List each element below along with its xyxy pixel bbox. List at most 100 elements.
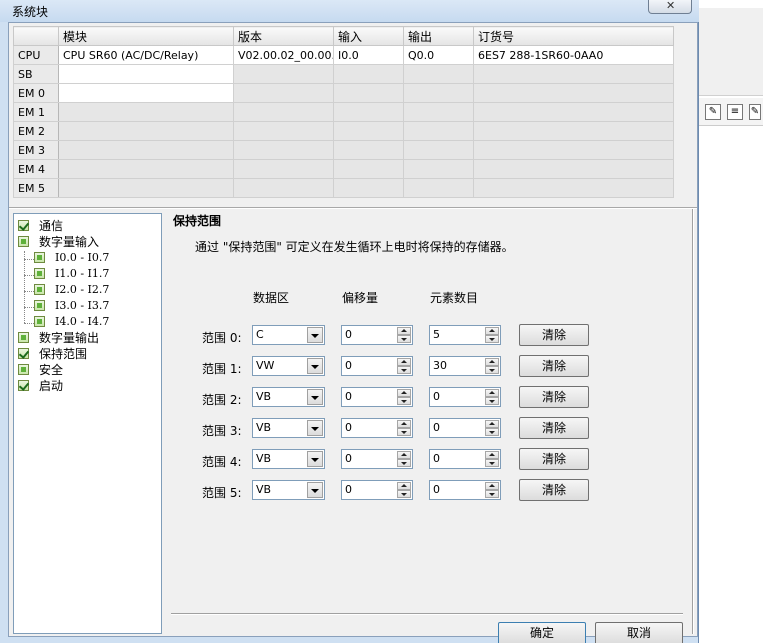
- spin-down-icon[interactable]: [397, 490, 411, 498]
- checkbox-icon[interactable]: [18, 348, 29, 359]
- count-stepper[interactable]: 5: [429, 325, 501, 345]
- spin-up-icon[interactable]: [397, 482, 411, 490]
- spin-down-icon[interactable]: [485, 366, 499, 374]
- spin-down-icon[interactable]: [397, 397, 411, 405]
- input-cell: [333, 121, 404, 141]
- cancel-button[interactable]: 取消: [595, 622, 683, 643]
- table-row[interactable]: EM 0: [13, 83, 674, 103]
- checkbox-icon[interactable]: [34, 300, 45, 311]
- checkbox-icon[interactable]: [18, 236, 29, 247]
- spin-up-icon[interactable]: [397, 451, 411, 459]
- offset-stepper[interactable]: 0: [341, 325, 413, 345]
- spin-up-icon[interactable]: [485, 482, 499, 490]
- output-cell: [403, 178, 474, 198]
- spin-up-icon[interactable]: [397, 420, 411, 428]
- offset-stepper[interactable]: 0: [341, 387, 413, 407]
- checkbox-icon[interactable]: [34, 268, 45, 279]
- table-row[interactable]: EM 3: [13, 140, 674, 160]
- area-select[interactable]: VW: [252, 356, 325, 376]
- column-header-version[interactable]: 版本: [233, 26, 334, 46]
- clear-button[interactable]: 清除: [519, 448, 589, 470]
- clear-button[interactable]: 清除: [519, 417, 589, 439]
- chevron-down-icon[interactable]: [307, 358, 323, 374]
- checkbox-icon[interactable]: [18, 364, 29, 375]
- chevron-down-icon[interactable]: [307, 389, 323, 405]
- slot-cell: EM 4: [13, 159, 59, 179]
- spin-down-icon[interactable]: [397, 428, 411, 436]
- clear-button[interactable]: 清除: [519, 355, 589, 377]
- edit-doc-icon[interactable]: ✎: [749, 104, 761, 120]
- close-button[interactable]: ✕: [648, 0, 692, 14]
- offset-stepper[interactable]: 0: [341, 356, 413, 376]
- module-cell[interactable]: [58, 140, 234, 160]
- area-select[interactable]: VB: [252, 418, 325, 438]
- spin-down-icon[interactable]: [485, 459, 499, 467]
- checkbox-icon[interactable]: [34, 284, 45, 295]
- chevron-down-icon[interactable]: [307, 327, 323, 343]
- ok-button[interactable]: 确定: [498, 622, 586, 643]
- area-select[interactable]: VB: [252, 480, 325, 500]
- column-header-order[interactable]: 订货号: [473, 26, 674, 46]
- edit-list-icon[interactable]: ≡: [727, 104, 743, 120]
- clear-button[interactable]: 清除: [519, 386, 589, 408]
- module-cell[interactable]: [58, 83, 234, 103]
- count-stepper[interactable]: 30: [429, 356, 501, 376]
- column-header-output[interactable]: 输出: [403, 26, 474, 46]
- count-stepper[interactable]: 0: [429, 418, 501, 438]
- count-stepper[interactable]: 0: [429, 480, 501, 500]
- module-table: 模块 版本 输入 输出 订货号 CPU CPU SR60 (AC/DC/Rela…: [13, 26, 674, 198]
- table-row[interactable]: EM 2: [13, 121, 674, 141]
- chevron-down-icon[interactable]: [307, 482, 323, 498]
- spin-up-icon[interactable]: [485, 327, 499, 335]
- spin-down-icon[interactable]: [485, 490, 499, 498]
- spin-up-icon[interactable]: [397, 358, 411, 366]
- order-cell: [473, 102, 674, 122]
- area-select[interactable]: VB: [252, 449, 325, 469]
- module-cell[interactable]: [58, 121, 234, 141]
- offset-stepper[interactable]: 0: [341, 418, 413, 438]
- spin-down-icon[interactable]: [397, 335, 411, 343]
- spin-up-icon[interactable]: [485, 389, 499, 397]
- checkbox-icon[interactable]: [34, 316, 45, 327]
- spin-down-icon[interactable]: [485, 335, 499, 343]
- module-cell[interactable]: CPU SR60 (AC/DC/Relay): [58, 45, 234, 65]
- spin-up-icon[interactable]: [485, 451, 499, 459]
- spin-up-icon[interactable]: [485, 420, 499, 428]
- spin-down-icon[interactable]: [485, 428, 499, 436]
- table-row[interactable]: EM 1: [13, 102, 674, 122]
- column-header-module[interactable]: 模块: [58, 26, 234, 46]
- chevron-down-icon[interactable]: [307, 451, 323, 467]
- checkbox-icon[interactable]: [34, 252, 45, 263]
- area-select[interactable]: C: [252, 325, 325, 345]
- table-row[interactable]: EM 4: [13, 159, 674, 179]
- column-header-offset: 偏移量: [342, 291, 379, 305]
- checkbox-icon[interactable]: [18, 380, 29, 391]
- chevron-down-icon[interactable]: [307, 420, 323, 436]
- checkbox-icon[interactable]: [18, 332, 29, 343]
- area-select[interactable]: VB: [252, 387, 325, 407]
- spin-up-icon[interactable]: [397, 327, 411, 335]
- clear-button[interactable]: 清除: [519, 479, 589, 501]
- table-row[interactable]: EM 5: [13, 178, 674, 198]
- table-row[interactable]: CPU CPU SR60 (AC/DC/Relay) V02.00.02_00.…: [13, 45, 674, 65]
- count-stepper[interactable]: 0: [429, 387, 501, 407]
- module-cell[interactable]: [58, 159, 234, 179]
- spin-down-icon[interactable]: [397, 459, 411, 467]
- spin-down-icon[interactable]: [397, 366, 411, 374]
- count-stepper[interactable]: 0: [429, 449, 501, 469]
- window-title: 系统块: [12, 5, 49, 19]
- offset-stepper[interactable]: 0: [341, 449, 413, 469]
- background-editor: ✎ ≡ ✎: [699, 0, 763, 643]
- table-row[interactable]: SB: [13, 64, 674, 84]
- column-header-input[interactable]: 输入: [333, 26, 404, 46]
- checkbox-icon[interactable]: [18, 220, 29, 231]
- edit-note-icon[interactable]: ✎: [705, 104, 721, 120]
- offset-stepper[interactable]: 0: [341, 480, 413, 500]
- module-cell[interactable]: [58, 178, 234, 198]
- module-cell[interactable]: [58, 64, 234, 84]
- spin-up-icon[interactable]: [397, 389, 411, 397]
- spin-down-icon[interactable]: [485, 397, 499, 405]
- spin-up-icon[interactable]: [485, 358, 499, 366]
- clear-button[interactable]: 清除: [519, 324, 589, 346]
- module-cell[interactable]: [58, 102, 234, 122]
